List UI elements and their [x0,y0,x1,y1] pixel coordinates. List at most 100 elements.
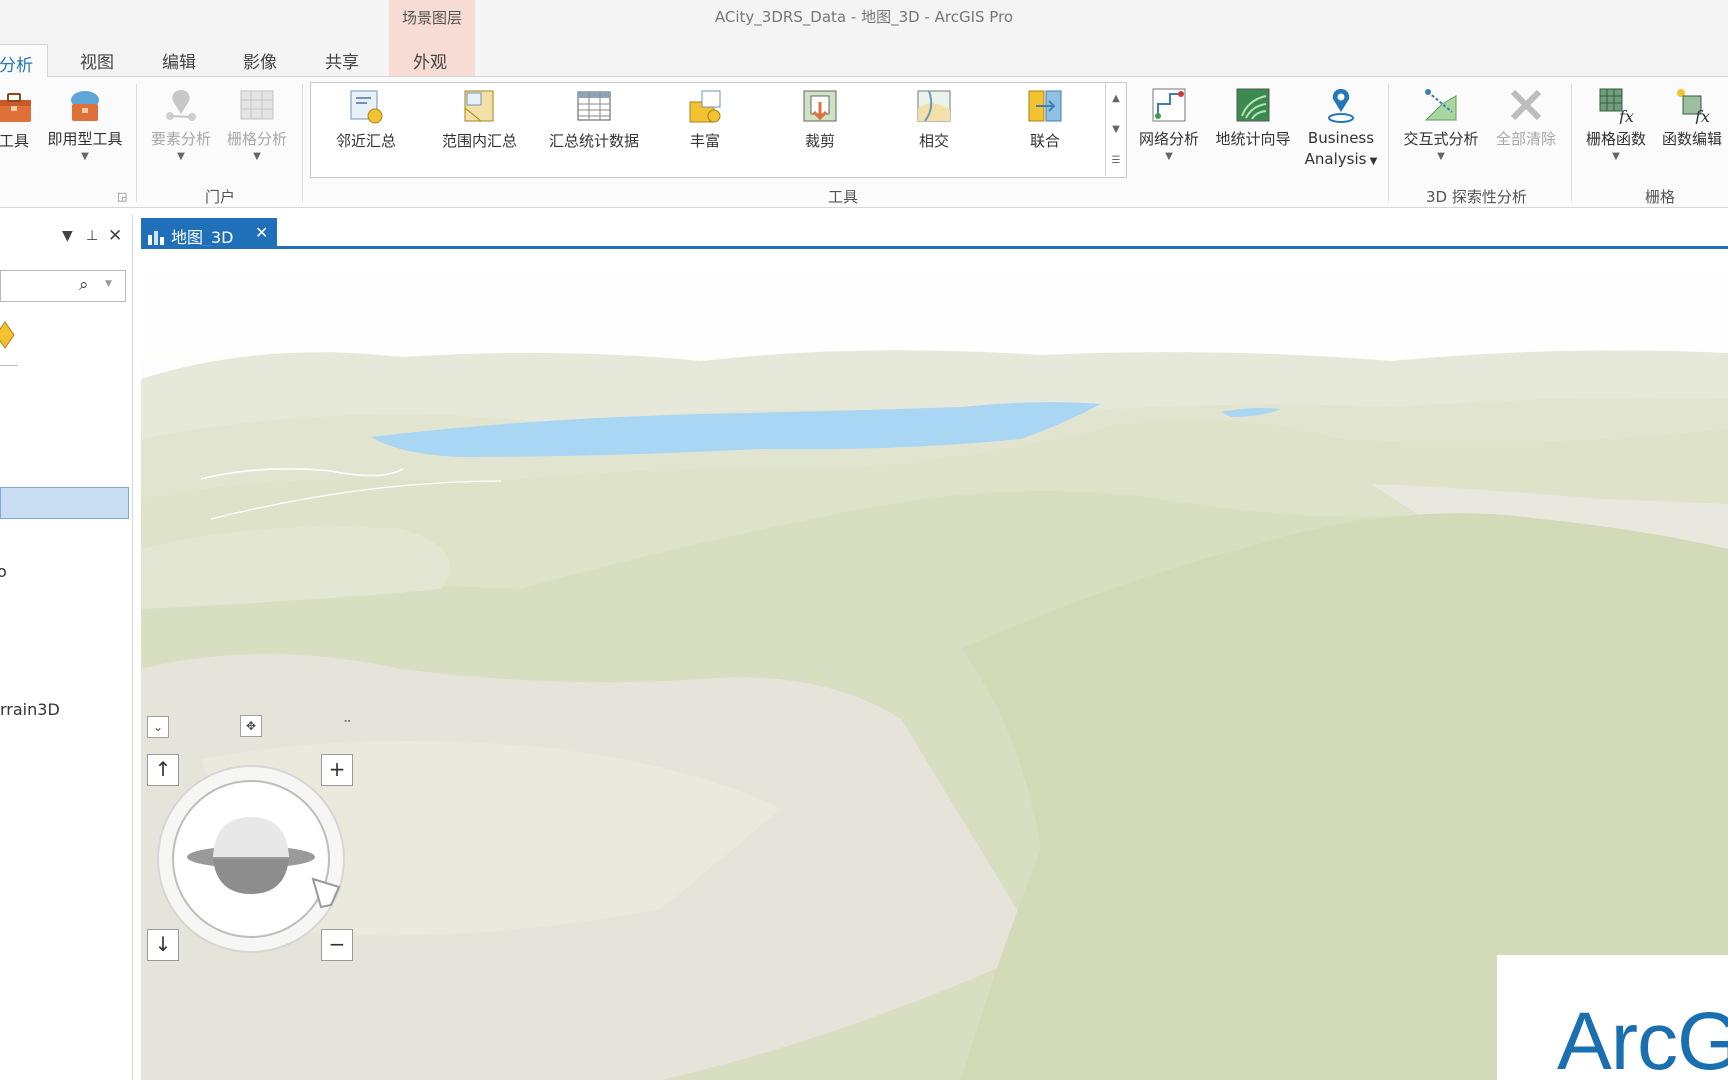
exploratory-3d-group-label: 3D 探索性分析 [1426,188,1527,206]
clip-icon [803,90,837,122]
context-tab-group-label: 场景图层 [401,9,462,27]
gallery-item-clip[interactable]: 裁剪 [783,88,857,151]
gallery-item-summarize-within[interactable]: 范围内汇总 [432,88,527,151]
title-bar: ACity_3DRS_Data - 地图_3D - ArcGIS Pro [0,0,1728,36]
group-separator [136,84,137,202]
tools-label: 工具 [0,132,29,150]
toolbox-icon [0,93,31,122]
gallery-item-union[interactable]: 联合 [1008,88,1082,151]
gallery-item-intersect[interactable]: 相交 [897,88,971,151]
summarize-within-icon [464,90,493,122]
function-editor-button[interactable]: fx 函数编辑 [1656,86,1728,149]
function-editor-label: 函数编辑 [1661,130,1722,148]
gallery-item-label: 汇总统计数据 [548,132,639,150]
pane-options-icon[interactable]: ▼ [62,228,73,244]
clear-all-label: 全部清除 [1495,130,1556,148]
gallery-item-enrich[interactable]: 丰富 [668,88,742,151]
tools-group-label: 工具 [828,188,859,206]
raster-analysis-icon [240,90,274,120]
tools-button[interactable]: 工具 [0,88,34,151]
tab-edit[interactable]: 编辑 [162,48,196,73]
function-editor-icon: fx [1677,89,1710,124]
intersect-icon [917,90,951,122]
geostatistical-wizard-label: 地统计向导 [1215,130,1291,148]
tab-view[interactable]: 视图 [80,48,114,73]
navigator-collapse-button[interactable]: ⌄ [147,716,169,738]
pane-divider [0,365,18,366]
full-extent-icon[interactable]: ✥ [240,715,262,737]
arcgis-logo: ArcG [1497,955,1728,1080]
interactive-analysis-button[interactable]: 交互式分析 ▼ [1398,86,1484,162]
svg-text:fx: fx [1618,107,1634,124]
gallery-item-label: 相交 [918,132,949,150]
gallery-scroll-up-button[interactable]: ▲ [1106,83,1126,114]
gallery-item-label: 丰富 [689,132,720,150]
ready-to-use-tools-button[interactable]: 即用型工具 ▼ [40,86,130,162]
raster-group-label: 栅格 [1645,188,1676,206]
tab-imagery[interactable]: 影像 [243,48,277,73]
chevron-down-icon: ▼ [1437,151,1445,162]
gallery-expand-button[interactable]: ☰ [1106,145,1126,176]
gallery-scroller: ▲ ▼ ☰ [1105,83,1126,176]
cloud-toolbox-icon [71,91,99,121]
interactive-analysis-icon [1424,89,1457,121]
tab-share[interactable]: 共享 [325,48,359,73]
raster-functions-label: 栅格函数 [1585,130,1646,148]
chevron-down-icon: ▼ [253,151,261,162]
feature-analysis-label: 要素分析 [150,130,211,148]
tab-analysis[interactable]: 分析 [0,44,48,78]
close-pane-icon[interactable]: ✕ [108,226,122,246]
contents-search-input[interactable]: ⌕ ▼ [0,270,126,302]
contents-item-partial[interactable]: o [0,562,7,581]
network-analysis-button[interactable]: 网络分析 ▼ [1133,86,1205,162]
chevron-down-icon: ▼ [1612,151,1620,162]
clear-all-button[interactable]: 全部清除 [1488,86,1564,149]
feature-analysis-icon [166,90,196,121]
close-icon [1510,89,1542,121]
business-analysis-label-line2: Analysis [1304,150,1367,168]
raster-analysis-button[interactable]: 栅格分析 ▼ [221,86,293,162]
close-tab-icon[interactable]: ✕ [255,223,268,242]
raster-functions-icon: fx [1599,88,1634,124]
group-separator [302,84,303,202]
window-title: ACity_3DRS_Data - 地图_3D - ArcGIS Pro [714,8,1014,26]
gallery-item-label: 邻近汇总 [335,132,396,150]
business-analysis-button[interactable]: Business Analysis ▼ [1301,86,1381,172]
union-icon [1028,90,1062,122]
selected-layer-row[interactable] [0,487,129,519]
arcgis-logo-text: ArcG [1557,996,1728,1080]
geostatistical-wizard-button[interactable]: 地统计向导 [1209,86,1297,149]
gallery-item-label: 范围内汇总 [441,132,517,150]
summary-statistics-icon [577,91,611,121]
contents-pane [0,215,133,1080]
tab-map-3d[interactable]: 地图_3D ✕ [141,218,277,248]
dialog-launcher-icon[interactable]: ◲ [117,190,127,203]
terrain-scene [141,249,1728,1080]
navigator-grip-icon[interactable]: ⠒ [343,715,352,729]
feature-analysis-button[interactable]: 要素分析 ▼ [145,86,217,162]
gallery-item-summarize-nearby[interactable]: 邻近汇总 [326,88,406,151]
enrich-icon [689,90,721,123]
contents-item-terrain[interactable]: rrain3D [0,700,60,719]
tab-appearance[interactable]: 外观 [413,48,447,73]
raster-analysis-label: 栅格分析 [226,130,287,148]
search-icon: ⌕ [79,275,89,295]
map-view-3d[interactable]: ⌄ ✥ ⠒ ↑ + ↓ − ArcG [141,249,1728,1080]
chevron-down-icon: ▼ [81,151,89,162]
group-separator [1388,84,1389,202]
chevron-down-icon: ▼ [1165,151,1173,162]
gallery-scroll-down-button[interactable]: ▼ [1106,114,1126,145]
summarize-nearby-icon [350,90,383,124]
raster-functions-button[interactable]: fx 栅格函数 ▼ [1579,86,1653,162]
pin-icon[interactable]: ⊥ [86,228,98,244]
navigator-globe-icon[interactable] [155,759,355,959]
scene-icon [148,231,164,245]
business-analysis-label-line1: Business [1307,129,1375,147]
layer-diamond-icon [0,321,15,349]
network-analysis-label: 网络分析 [1138,130,1199,148]
interactive-analysis-label: 交互式分析 [1403,130,1479,148]
gallery-item-summary-statistics[interactable]: 汇总统计数据 [541,88,647,151]
location-pin-icon [1328,89,1354,123]
geostatistical-wizard-icon [1236,88,1270,122]
ready-to-use-tools-label: 即用型工具 [47,130,123,148]
